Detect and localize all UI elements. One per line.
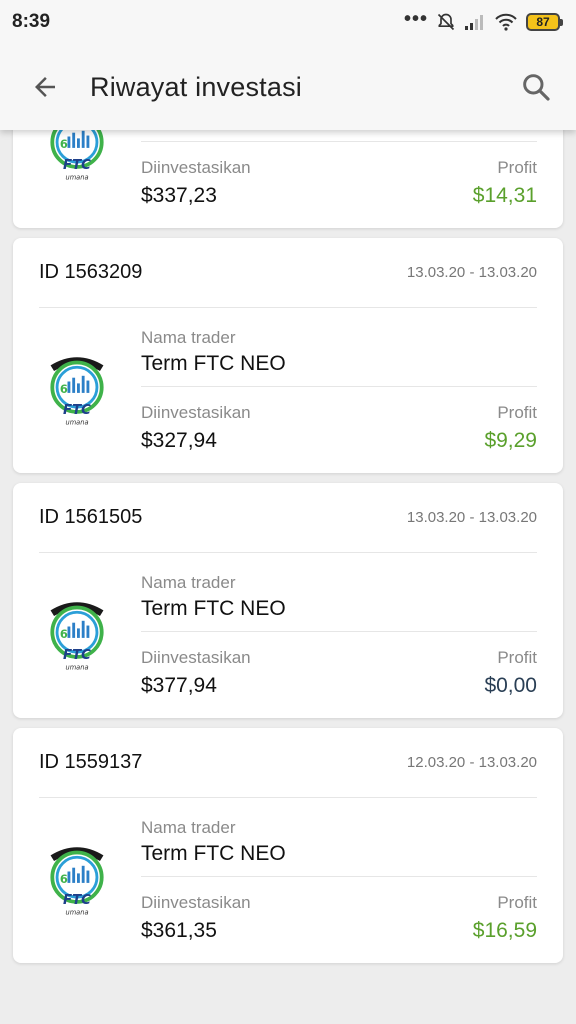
profit-label: Profit xyxy=(497,893,537,912)
app-bar: Riwayat investasi xyxy=(0,44,576,130)
svg-text:umana: umana xyxy=(65,418,88,426)
investment-id: ID 1559137 xyxy=(39,751,143,773)
profit-column: Profit $14,31 xyxy=(473,158,537,208)
search-button[interactable] xyxy=(496,44,576,130)
svg-text:6: 6 xyxy=(60,136,68,150)
svg-text:FTC: FTC xyxy=(63,647,91,662)
profit-label: Profit xyxy=(497,158,537,177)
card-body: 6 FTC umana Nama trader Term FTC NEO Dii… xyxy=(39,130,537,228)
profit-column: Profit $0,00 xyxy=(484,648,537,698)
search-icon xyxy=(523,74,550,101)
card-body: 6 FTC umana Nama trader Term FTC NEO Dii… xyxy=(39,308,537,473)
trader-block: Nama trader Term FTC NEO xyxy=(141,818,537,877)
card-header: ID 1559137 12.03.20 - 13.03.20 xyxy=(39,728,537,798)
investment-card[interactable]: ID 1563209 13.03.20 - 13.03.20 6 FTC uma… xyxy=(13,238,563,473)
profit-amount: $16,59 xyxy=(472,919,537,942)
invested-amount: $327,94 xyxy=(141,429,217,452)
status-icons: ••• 87 xyxy=(403,8,563,32)
investment-id: ID 1561505 xyxy=(39,506,143,528)
invested-column: Diinvestasikan $361,35 xyxy=(141,893,251,943)
trader-label: Nama trader xyxy=(141,573,236,592)
trader-logo: 6 FTC umana xyxy=(39,328,141,453)
svg-text:6: 6 xyxy=(60,871,68,885)
svg-text:6: 6 xyxy=(60,626,68,640)
trader-label: Nama trader xyxy=(141,328,236,347)
card-details: Nama trader Term FTC NEO Diinvestasikan … xyxy=(141,130,537,208)
trader-name: Term FTC NEO xyxy=(141,597,286,620)
profit-amount: $0,00 xyxy=(484,674,537,697)
status-bar: 8:39 ••• 87 xyxy=(0,0,576,44)
card-details: Nama trader Term FTC NEO Diinvestasikan … xyxy=(141,573,537,698)
svg-text:umana: umana xyxy=(65,908,88,916)
invested-amount: $377,94 xyxy=(141,674,217,697)
back-button[interactable] xyxy=(0,44,90,130)
arrow-back-icon xyxy=(35,77,55,97)
invested-column: Diinvestasikan $327,94 xyxy=(141,403,251,453)
svg-text:FTC: FTC xyxy=(63,892,91,907)
investment-list[interactable]: ID 1563215 13.03.20 - 13.03.20 6 FTC um xyxy=(0,130,576,1024)
invested-label: Diinvestasikan xyxy=(141,403,251,422)
invested-amount: $337,23 xyxy=(141,184,217,207)
trader-name: Term FTC NEO xyxy=(141,352,286,375)
card-body: 6 FTC umana Nama trader Term FTC NEO Dii… xyxy=(39,553,537,718)
invested-label: Diinvestasikan xyxy=(141,648,251,667)
trader-name: Term FTC NEO xyxy=(141,130,537,131)
amount-row: Diinvestasikan $337,23 Profit $14,31 xyxy=(141,142,537,208)
profit-column: Profit $9,29 xyxy=(484,403,537,453)
profit-label: Profit xyxy=(497,648,537,667)
trader-block: Nama trader Term FTC NEO xyxy=(141,573,537,632)
profit-column: Profit $16,59 xyxy=(473,893,537,943)
profit-amount: $14,31 xyxy=(472,184,537,207)
card-body: 6 FTC umana Nama trader Term FTC NEO Dii… xyxy=(39,798,537,963)
ftc-logo-icon: 6 FTC umana xyxy=(40,354,114,427)
battery-icon: 87 xyxy=(526,13,563,31)
amount-row: Diinvestasikan $377,94 Profit $0,00 xyxy=(141,632,537,698)
investment-date-range: 13.03.20 - 13.03.20 xyxy=(406,264,537,281)
amount-row: Diinvestasikan $361,35 Profit $16,59 xyxy=(141,877,537,943)
notifications-off-icon xyxy=(437,13,455,31)
investment-date-range: 13.03.20 - 13.03.20 xyxy=(406,509,537,526)
profit-label: Profit xyxy=(497,403,537,422)
invested-column: Diinvestasikan $337,23 xyxy=(141,158,251,208)
wifi-icon xyxy=(495,13,517,31)
trader-logo: 6 FTC umana xyxy=(39,130,141,208)
card-details: Nama trader Term FTC NEO Diinvestasikan … xyxy=(141,818,537,943)
investment-date-range: 12.03.20 - 13.03.20 xyxy=(406,754,537,771)
page-title: Riwayat investasi xyxy=(90,71,302,102)
more-dots-icon: ••• xyxy=(403,8,428,30)
invested-amount: $361,35 xyxy=(141,919,217,942)
card-details: Nama trader Term FTC NEO Diinvestasikan … xyxy=(141,328,537,453)
invested-column: Diinvestasikan $377,94 xyxy=(141,648,251,698)
investment-card[interactable]: ID 1561505 13.03.20 - 13.03.20 6 FTC uma… xyxy=(13,483,563,718)
svg-text:FTC: FTC xyxy=(63,157,91,172)
trader-logo: 6 FTC umana xyxy=(39,818,141,943)
trader-block: Nama trader Term FTC NEO xyxy=(141,328,537,387)
signal-icon xyxy=(465,15,483,30)
ftc-logo-icon: 6 FTC umana xyxy=(40,130,114,182)
svg-text:umana: umana xyxy=(65,663,88,671)
trader-label: Nama trader xyxy=(141,818,236,837)
card-header: ID 1563209 13.03.20 - 13.03.20 xyxy=(39,238,537,308)
ftc-logo-icon: 6 FTC umana xyxy=(40,844,114,917)
investment-id: ID 1563209 xyxy=(39,261,143,283)
invested-label: Diinvestasikan xyxy=(141,158,251,177)
status-time: 8:39 xyxy=(12,11,51,32)
investment-card[interactable]: ID 1563215 13.03.20 - 13.03.20 6 FTC um xyxy=(13,130,563,228)
trader-block: Nama trader Term FTC NEO xyxy=(141,130,537,142)
investment-card[interactable]: ID 1559137 12.03.20 - 13.03.20 6 FTC uma… xyxy=(13,728,563,963)
profit-amount: $9,29 xyxy=(484,429,537,452)
trader-name: Term FTC NEO xyxy=(141,842,286,865)
card-header: ID 1561505 13.03.20 - 13.03.20 xyxy=(39,483,537,553)
trader-logo: 6 FTC umana xyxy=(39,573,141,698)
svg-text:FTC: FTC xyxy=(63,402,91,417)
svg-text:6: 6 xyxy=(60,381,68,395)
battery-level: 87 xyxy=(536,15,550,29)
invested-label: Diinvestasikan xyxy=(141,893,251,912)
ftc-logo-icon: 6 FTC umana xyxy=(40,599,114,672)
svg-text:umana: umana xyxy=(65,173,88,181)
amount-row: Diinvestasikan $327,94 Profit $9,29 xyxy=(141,387,537,453)
